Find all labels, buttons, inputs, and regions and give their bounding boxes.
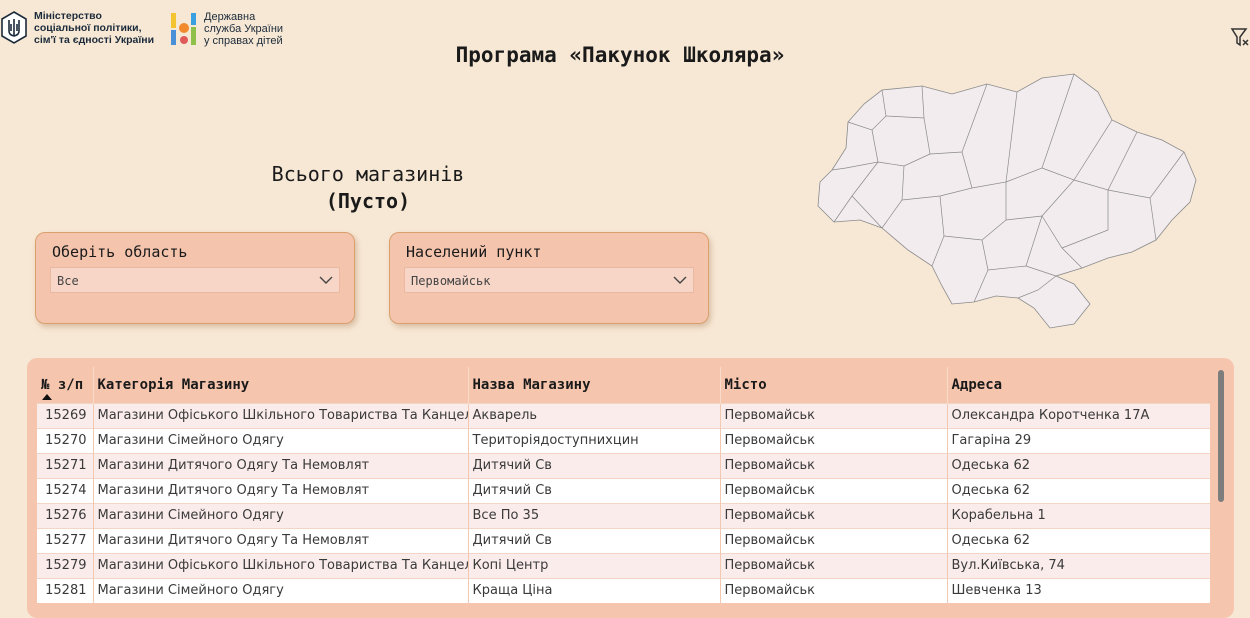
table-row[interactable]: 15277 Магазини Дитячого Одягу Та Немовля… bbox=[37, 528, 1210, 554]
cell-number: 15274 bbox=[37, 478, 94, 504]
page-title: Програма «Пакунок Школяра» bbox=[455, 43, 785, 67]
table-row[interactable]: 15279 Магазини Офіського Шкільного Товар… bbox=[37, 553, 1210, 579]
cell-city: Первомайськ bbox=[720, 478, 948, 504]
column-header-store-name[interactable]: Назва Магазину bbox=[468, 367, 721, 404]
cell-city: Первомайськ bbox=[720, 453, 948, 479]
ukraine-outline bbox=[817, 73, 1197, 329]
stores-table: № з/п Категорія Магазину Назва Магазину … bbox=[37, 367, 1210, 603]
cell-store-name: Дитячий Св bbox=[468, 528, 721, 554]
cell-city: Первомайськ bbox=[720, 503, 948, 529]
table-row[interactable]: 15276 Магазини Сімейного Одягу Все По 35… bbox=[37, 503, 1210, 529]
cell-category: Магазини Сімейного Одягу bbox=[93, 503, 469, 529]
cell-number: 15276 bbox=[37, 503, 94, 529]
total-stores-value: (Пусто) bbox=[325, 189, 411, 213]
filter-icon[interactable] bbox=[1230, 26, 1250, 50]
cell-store-name: Дитячий Св bbox=[468, 478, 721, 504]
city-slicer: Населений пункт Первомайськ bbox=[389, 232, 709, 324]
city-slicer-label: Населений пункт bbox=[406, 243, 542, 261]
table-row[interactable]: 15270 Магазини Сімейного Одягу Територія… bbox=[37, 428, 1210, 454]
cell-address: Одеська 62 bbox=[947, 478, 1210, 504]
city-dropdown[interactable]: Первомайськ bbox=[404, 267, 694, 293]
cell-number: 15279 bbox=[37, 553, 94, 579]
cell-city: Первомайськ bbox=[720, 428, 948, 454]
ukraine-regions-map[interactable] bbox=[812, 70, 1202, 332]
cell-address: Одеська 62 bbox=[947, 453, 1210, 479]
sort-ascending-icon bbox=[42, 394, 52, 400]
cell-address: Одеська 62 bbox=[947, 528, 1210, 554]
region-dropdown-value: Все bbox=[57, 274, 79, 288]
cell-store-name: Територіядоступнихцин bbox=[468, 428, 721, 454]
cell-category: Магазини Сімейного Одягу bbox=[93, 428, 469, 454]
cell-address: Шевченка 13 bbox=[947, 578, 1210, 603]
cell-address: Вул.Київська, 74 bbox=[947, 553, 1210, 579]
table-scrollbar[interactable] bbox=[1215, 367, 1225, 607]
table-header-row: № з/п Категорія Магазину Назва Магазину … bbox=[37, 367, 1210, 404]
cell-category: Магазини Дитячого Одягу Та Немовлят bbox=[93, 453, 469, 479]
region-slicer: Оберіть область Все bbox=[35, 232, 355, 324]
cell-store-name: Дитячий Св bbox=[468, 453, 721, 479]
cell-category: Магазини Сімейного Одягу bbox=[93, 578, 469, 603]
table-row[interactable]: 15271 Магазини Дитячого Одягу Та Немовля… bbox=[37, 453, 1210, 479]
column-header-city[interactable]: Місто bbox=[720, 367, 948, 404]
cell-store-name: Все По 35 bbox=[468, 503, 721, 529]
cell-city: Первомайськ bbox=[720, 403, 948, 429]
cell-category: Магазини Офіського Шкільного Товариства … bbox=[93, 553, 469, 579]
total-stores-card: Всього магазинів (Пусто) bbox=[200, 161, 536, 215]
cell-city: Первомайськ bbox=[720, 528, 948, 554]
chevron-down-icon bbox=[319, 276, 333, 284]
table-row[interactable]: 15274 Магазини Дитячого Одягу Та Немовля… bbox=[37, 478, 1210, 504]
cell-city: Первомайськ bbox=[720, 578, 948, 603]
table-row[interactable]: 15281 Магазини Сімейного Одягу Краща Цін… bbox=[37, 578, 1210, 603]
column-header-number[interactable]: № з/п bbox=[37, 367, 94, 404]
cell-store-name: Копі Центр bbox=[468, 553, 721, 579]
cell-address: Гагаріна 29 bbox=[947, 428, 1210, 454]
chevron-down-icon bbox=[673, 276, 687, 284]
cell-number: 15281 bbox=[37, 578, 94, 603]
table-scrollbar-thumb[interactable] bbox=[1218, 370, 1224, 502]
cell-store-name: Краща Ціна bbox=[468, 578, 721, 603]
table-row[interactable]: 15269 Магазини Офіського Шкільного Товар… bbox=[37, 403, 1210, 429]
cell-category: Магазини Дитячого Одягу Та Немовлят bbox=[93, 528, 469, 554]
cell-store-name: Акварель bbox=[468, 403, 721, 429]
column-header-address[interactable]: Адреса bbox=[947, 367, 1210, 404]
total-stores-label: Всього магазинів bbox=[271, 162, 465, 186]
cell-number: 15271 bbox=[37, 453, 94, 479]
cell-category: Магазини Дитячого Одягу Та Немовлят bbox=[93, 478, 469, 504]
region-dropdown[interactable]: Все bbox=[50, 267, 340, 293]
cell-number: 15277 bbox=[37, 528, 94, 554]
cell-number: 15270 bbox=[37, 428, 94, 454]
cell-category: Магазини Офіського Шкільного Товариства … bbox=[93, 403, 469, 429]
cell-address: Олександра Коротченка 17А bbox=[947, 403, 1210, 429]
cell-number: 15269 bbox=[37, 403, 94, 429]
column-header-category[interactable]: Категорія Магазину bbox=[93, 367, 469, 404]
region-slicer-label: Оберіть область bbox=[52, 243, 188, 261]
stores-table-viewport: № з/п Категорія Магазину Назва Магазину … bbox=[37, 367, 1210, 607]
cell-address: Корабельна 1 bbox=[947, 503, 1210, 529]
stores-table-card: № з/п Категорія Магазину Назва Магазину … bbox=[27, 358, 1234, 618]
cell-city: Первомайськ bbox=[720, 553, 948, 579]
city-dropdown-value: Первомайськ bbox=[411, 274, 491, 288]
trident-emblem-icon bbox=[1, 11, 27, 44]
